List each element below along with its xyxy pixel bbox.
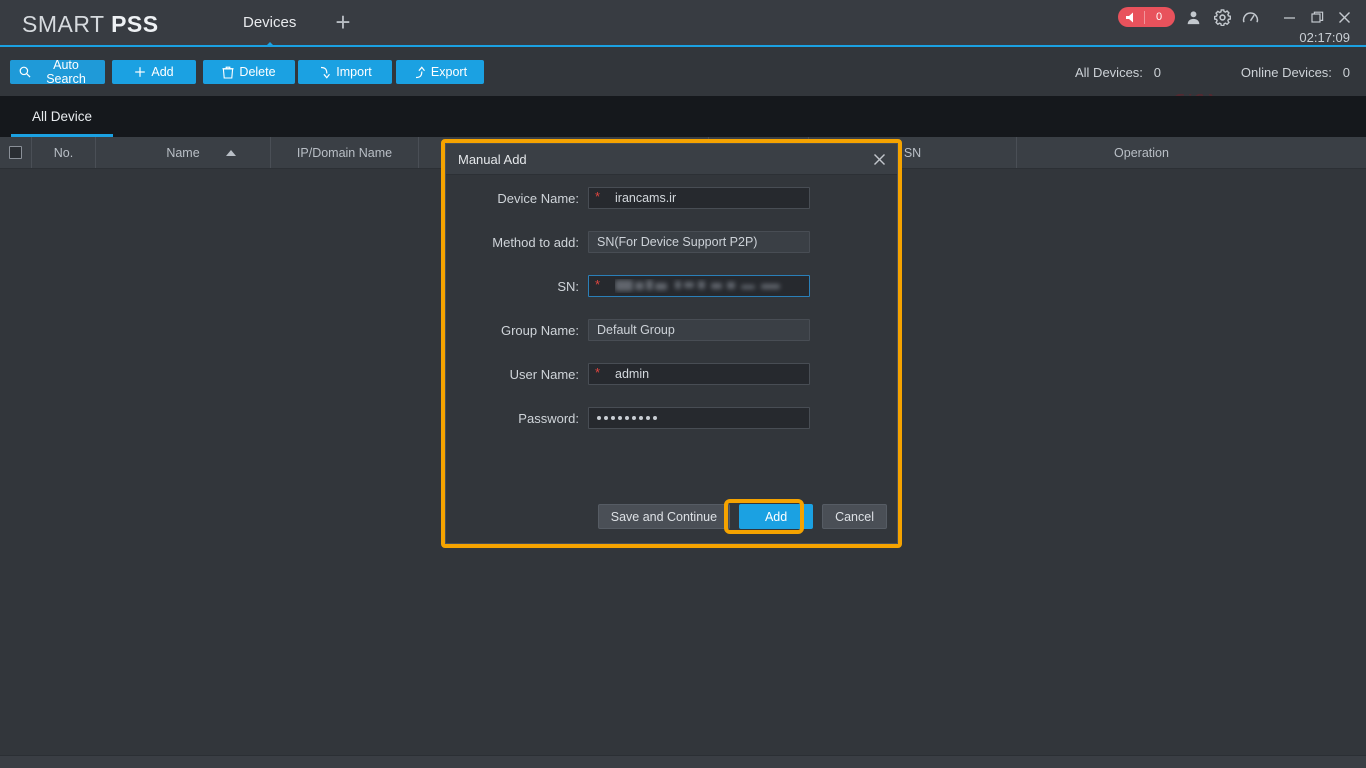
column-header-name-label: Name [166, 145, 200, 160]
gear-icon[interactable] [1211, 7, 1233, 27]
method-to-add-select[interactable]: SN(For Device Support P2P) [588, 231, 810, 253]
online-devices-label: Online Devices: [1240, 65, 1332, 80]
alarm-count: 0 [1155, 11, 1163, 23]
auto-search-label: Auto Search [46, 58, 86, 86]
control-group-name: Default Group [588, 319, 810, 341]
dialog-footer: Save and Continue Add Cancel [446, 504, 897, 529]
export-button[interactable]: Export [396, 60, 484, 84]
online-devices-value: 0 [1342, 65, 1350, 80]
save-and-continue-button[interactable]: Save and Continue [597, 504, 731, 529]
alarm-divider [1144, 10, 1145, 24]
user-icon[interactable] [1182, 7, 1204, 27]
column-header-ip-domain-label: IP/Domain Name [296, 145, 393, 160]
column-header-operation-label: Operation [1114, 145, 1169, 160]
export-arrow-icon [413, 65, 426, 79]
clock: 02:17:09 [1299, 30, 1350, 45]
smart-pss-window: IranCams.irIranCams.irIranCams.irIranCam… [0, 0, 1366, 768]
all-devices-label: All Devices: [1075, 65, 1143, 80]
label-method-to-add: Method to add: [492, 234, 579, 250]
label-user-name: User Name: [509, 366, 579, 382]
add-confirm-button[interactable]: Add [739, 504, 814, 529]
title-bar: SMART PSS Devices + 0 02:17:09 [0, 0, 1366, 47]
select-all-checkbox-cell[interactable] [0, 137, 32, 168]
status-bar [0, 755, 1366, 768]
device-toolbar: Auto Search Add Delete Import Export All… [0, 49, 1366, 94]
label-password: Password: [518, 410, 579, 426]
tab-all-device-label: All Device [32, 109, 93, 124]
auto-search-button[interactable]: Auto Search [10, 58, 105, 86]
export-button-label: Export [430, 65, 468, 79]
group-name-select[interactable]: Default Group [588, 319, 810, 341]
device-tab-strip: All Device [0, 96, 1366, 137]
field-row-group-name: Group Name: Default Group [446, 319, 897, 341]
all-devices-count: All Devices: 0 [1075, 65, 1161, 80]
online-devices-count: Online Devices: 0 [1241, 65, 1350, 80]
dialog-title: Manual Add [458, 151, 527, 167]
nav-tab-devices[interactable]: Devices [237, 14, 302, 47]
manual-add-dialog: Manual Add Device Name: * Method to add:… [445, 143, 898, 544]
field-row-user-name: User Name: * [446, 363, 897, 385]
import-arrow-icon [318, 66, 331, 79]
user-name-input[interactable] [588, 363, 810, 385]
sn-input[interactable] [588, 275, 810, 297]
speedometer-icon[interactable] [1239, 7, 1261, 27]
dialog-body: Device Name: * Method to add: SN(For Dev… [446, 175, 897, 429]
field-row-password: Password: [446, 407, 897, 429]
app-logo: SMART PSS [22, 11, 159, 38]
all-devices-value: 0 [1153, 65, 1161, 80]
field-row-sn: SN: * [446, 275, 897, 297]
delete-button[interactable]: Delete [203, 60, 295, 84]
cancel-button[interactable]: Cancel [822, 504, 887, 529]
password-input[interactable] [588, 407, 810, 429]
app-logo-bold: PSS [111, 11, 159, 37]
search-icon [19, 66, 31, 78]
dialog-title-bar: Manual Add [446, 144, 897, 175]
maximize-icon[interactable] [1306, 6, 1328, 28]
control-method-to-add: SN(For Device Support P2P) [588, 231, 810, 253]
group-name-value: Default Group [597, 323, 675, 337]
minimize-icon[interactable] [1278, 6, 1300, 28]
column-header-operation[interactable]: Operation [1017, 137, 1266, 168]
add-tab-icon[interactable]: + [330, 9, 356, 36]
column-header-name[interactable]: Name [96, 137, 271, 168]
label-group-name: Group Name: [500, 322, 579, 338]
control-sn: * [588, 275, 810, 297]
select-all-checkbox[interactable] [9, 146, 22, 159]
close-icon[interactable] [1333, 6, 1355, 28]
delete-button-label: Delete [239, 65, 276, 79]
control-user-name: * [588, 363, 810, 385]
import-button-label: Import [336, 65, 372, 79]
control-password [588, 407, 810, 429]
app-logo-prefix: SMART [22, 11, 112, 37]
trash-icon [222, 66, 234, 79]
column-header-ip-domain[interactable]: IP/Domain Name [271, 137, 419, 168]
add-button[interactable]: Add [112, 60, 196, 84]
plus-icon [134, 66, 146, 78]
alarm-badge[interactable]: 0 [1118, 7, 1175, 27]
label-sn: SN: [557, 278, 579, 294]
field-row-method-to-add: Method to add: SN(For Device Support P2P… [446, 231, 897, 253]
nav-tab-devices-label: Devices [243, 14, 297, 31]
add-button-label: Add [151, 65, 174, 79]
method-to-add-value: SN(For Device Support P2P) [597, 235, 758, 249]
dialog-close-icon[interactable] [869, 149, 889, 169]
label-device-name: Device Name: [497, 190, 579, 206]
sort-ascending-icon [226, 149, 236, 156]
import-button[interactable]: Import [298, 60, 392, 84]
field-row-device-name: Device Name: * [446, 187, 897, 209]
speaker-alarm-icon [1120, 8, 1144, 26]
column-header-no-label: No. [53, 145, 74, 160]
column-header-sn-label: SN [903, 145, 922, 160]
tab-all-device[interactable]: All Device [11, 96, 114, 137]
control-device-name: * [588, 187, 810, 209]
device-name-input[interactable] [588, 187, 810, 209]
column-header-no[interactable]: No. [32, 137, 96, 168]
